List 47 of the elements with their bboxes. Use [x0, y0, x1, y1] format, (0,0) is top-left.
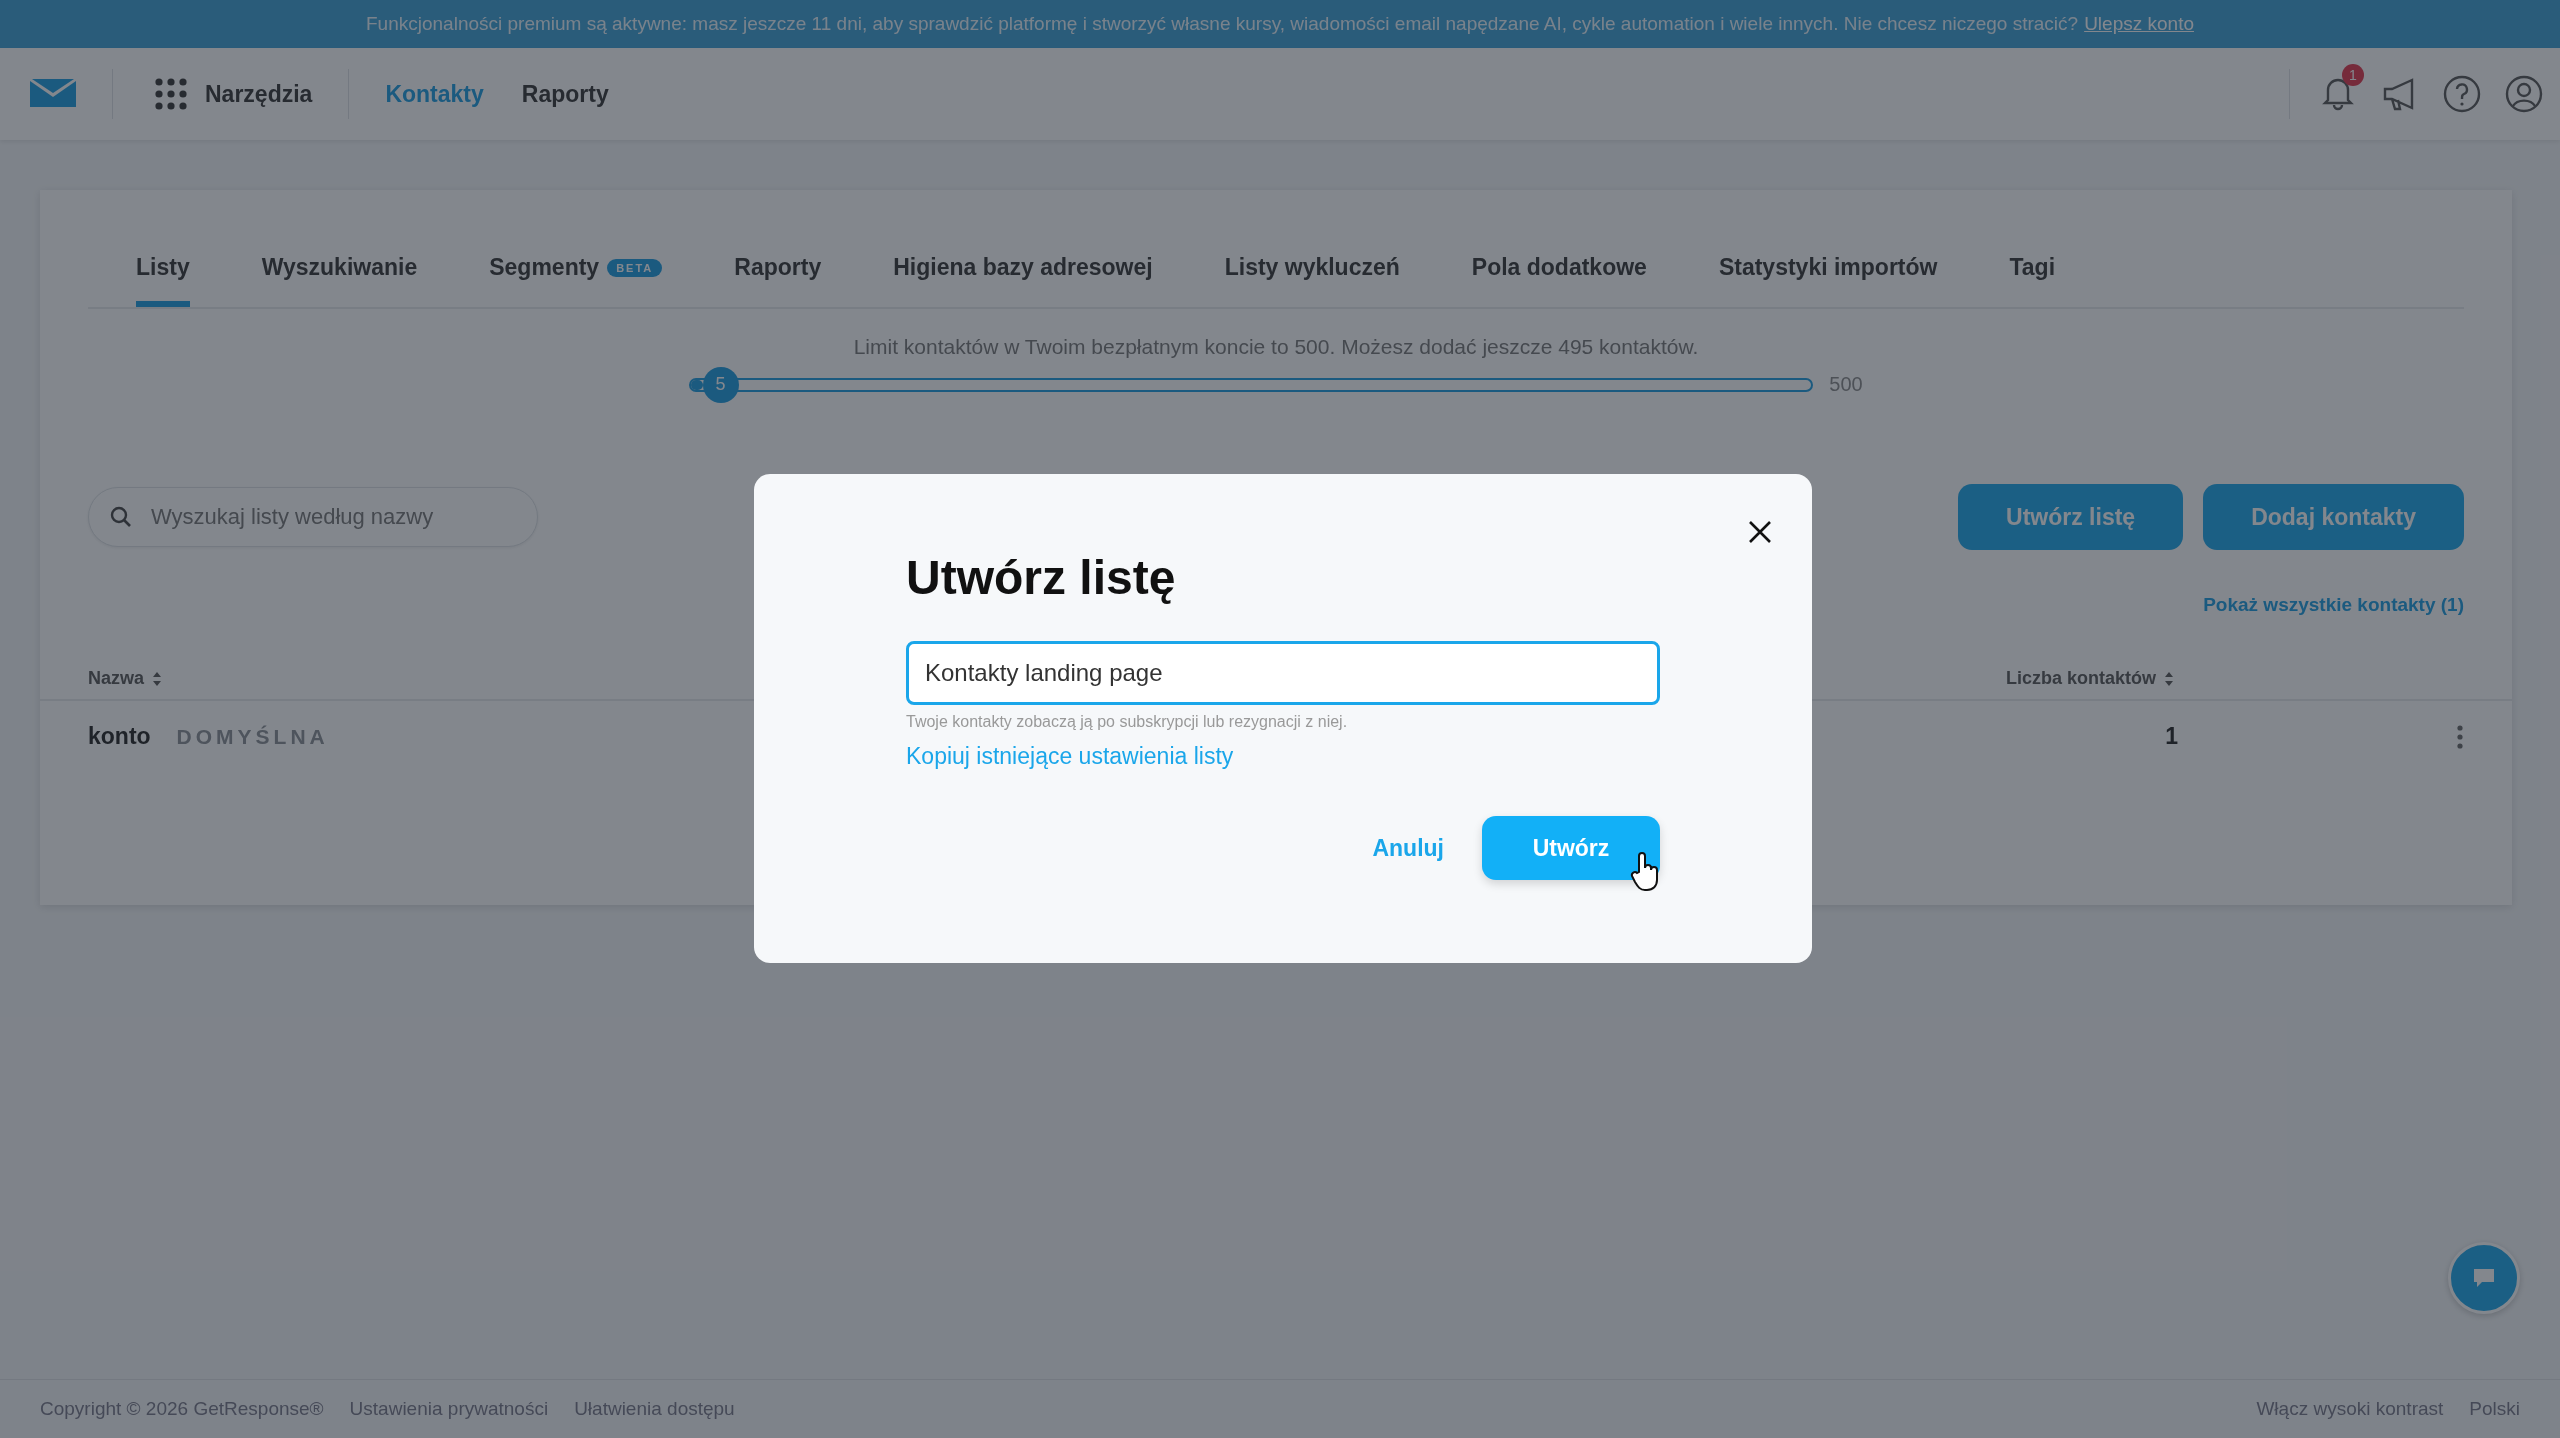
nav-link[interactable]: Kontakty — [385, 80, 484, 108]
chat-icon — [2472, 1267, 2496, 1289]
tools-menu[interactable]: Narzędzia — [155, 78, 313, 110]
help-icon[interactable] — [2442, 74, 2482, 114]
tab[interactable]: Higiena bazy adresowej — [893, 254, 1153, 307]
footer-link[interactable]: Ułatwienia dostępu — [574, 1398, 735, 1420]
nav-link[interactable]: Raporty — [521, 80, 609, 108]
contact-count: 1 — [2165, 723, 2178, 750]
show-all-contacts-link[interactable]: Pokaż wszystkie kontakty (1) — [2203, 594, 2464, 616]
column-header[interactable]: Liczba kontaktów — [2005, 668, 2156, 689]
helper-text: Twoje kontakty zobaczą ją po subskrypcji lub rezygnacji z niej. — [906, 713, 1349, 731]
dialog-title: Utwórz listę — [906, 550, 1177, 605]
sort-icon[interactable] — [2164, 670, 2174, 687]
footer-link[interactable]: Polski — [2469, 1398, 2520, 1420]
banner-text: Funkcjonalności premium są aktywne: masz jeszcze 11 dni, aby sprawdzić platformę i stworzyć własne kursy, wiadomości email napędzane AI, cykle automation i wiele innych. Nie chcesz niczego stracić? — [366, 13, 2079, 35]
tab[interactable]: Pola dodatkowe — [1471, 254, 1647, 307]
tab[interactable]: Listy wykluczeń — [1224, 254, 1400, 307]
create-button[interactable]: Utwórz — [1482, 816, 1660, 880]
cancel-button[interactable]: Anuluj — [1372, 834, 1444, 862]
chat-button[interactable] — [2448, 1242, 2520, 1314]
list-name[interactable]: konto — [88, 723, 151, 750]
copyright-text: Copyright © 2026 GetResponse® — [40, 1398, 324, 1420]
limit-text: Limit kontaktów w Twoim bezpłatnym koncie to 500. Możesz dodać jeszcze 495 kontaktów. — [852, 335, 1700, 359]
notification-badge: 1 — [2342, 64, 2364, 86]
column-header[interactable]: Nazwa — [88, 668, 145, 689]
apps-grid-icon — [155, 78, 187, 110]
tab[interactable]: Wyszukiwanie — [261, 254, 418, 307]
upgrade-link[interactable]: Ulepsz konto — [2084, 13, 2194, 35]
tab[interactable]: Segmenty BETA — [489, 254, 663, 307]
user-avatar-icon[interactable] — [2504, 74, 2544, 114]
beta-badge: BETA — [607, 258, 663, 277]
sort-icon[interactable] — [152, 670, 163, 687]
copy-settings-link[interactable]: Kopiuj istniejące ustawienia listy — [906, 743, 1234, 770]
action-button[interactable]: Utwórz listę — [1958, 484, 2184, 550]
action-button[interactable]: Dodaj kontakty — [2203, 484, 2464, 550]
footer-link[interactable]: Ustawienia prywatności — [349, 1398, 549, 1420]
tab[interactable]: Listy — [136, 254, 190, 307]
search-field[interactable]: Wyszukaj listy według nazwy — [88, 487, 538, 547]
tab[interactable]: Tagi — [2009, 254, 2056, 307]
tab[interactable]: Raporty — [734, 254, 822, 307]
list-name-field[interactable]: Kontakty landing page — [906, 641, 1660, 705]
slider-thumb[interactable]: 5 — [702, 366, 739, 403]
more-options-icon[interactable] — [2456, 723, 2464, 750]
hand-cursor-icon — [1630, 852, 1660, 892]
envelope-logo-icon[interactable] — [30, 79, 76, 109]
footer-link[interactable]: Włącz wysoki kontrast — [2256, 1398, 2444, 1420]
tab[interactable]: Statystyki importów — [1718, 254, 1938, 307]
